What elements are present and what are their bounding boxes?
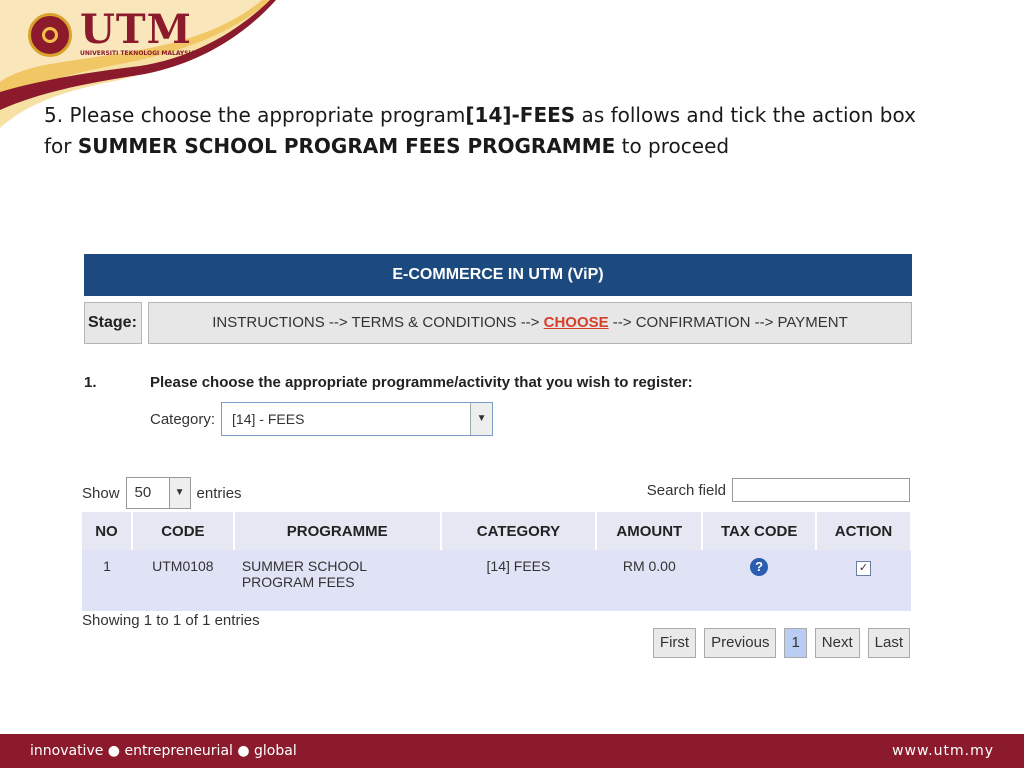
column-header[interactable]: CATEGORY xyxy=(440,512,598,550)
page-banner: E-COMMERCE IN UTM (ViP) xyxy=(84,254,912,296)
help-icon[interactable]: ? xyxy=(750,558,769,576)
page-1-button[interactable]: 1 xyxy=(784,628,807,658)
first-button[interactable]: First xyxy=(652,628,697,658)
next-button[interactable]: Next xyxy=(814,628,860,658)
table-header-row: NO CODE PROGRAMME CATEGORY AMOUNT TAX CO… xyxy=(82,512,912,550)
table-info: Showing 1 to 1 of 1 entries xyxy=(82,612,260,629)
instruction-part-3: to proceed xyxy=(615,134,730,158)
category-row: Category: [14] - FEES ▼ xyxy=(150,402,494,436)
entries-select[interactable]: 50 ▼ xyxy=(125,477,191,509)
chevron-down-icon[interactable]: ▼ xyxy=(168,478,190,508)
length-control: Show 50 ▼ entries xyxy=(82,476,242,510)
category-value: [14] - FEES xyxy=(232,411,305,427)
search-control: Search field xyxy=(647,476,910,504)
instruction-bold-1: [14]-FEES xyxy=(465,103,576,127)
row-category: [14] FEES xyxy=(440,550,597,611)
row-action: ✓ xyxy=(816,550,911,611)
table-controls: Show 50 ▼ entries Search field xyxy=(82,476,912,510)
footer-tagline: innovative ● entrepreneurial ● global xyxy=(30,743,297,759)
programme-table: NO CODE PROGRAMME CATEGORY AMOUNT TAX CO… xyxy=(82,512,912,611)
footer-url: www.utm.my xyxy=(892,743,994,759)
footer-bar: innovative ● entrepreneurial ● global ww… xyxy=(0,734,1024,768)
previous-button[interactable]: Previous xyxy=(704,628,777,658)
show-label: Show xyxy=(82,484,120,502)
instruction-bold-2: SUMMER SCHOOL PROGRAM FEES PROGRAMME xyxy=(77,134,616,158)
stage-bar: Stage: INSTRUCTIONS --> TERMS & CONDITIO… xyxy=(84,302,912,344)
row-tax-code: ? xyxy=(702,550,817,611)
stage-before: INSTRUCTIONS --> TERMS & CONDITIONS --> xyxy=(212,314,544,331)
search-label: Search field xyxy=(646,481,726,499)
stage-steps: INSTRUCTIONS --> TERMS & CONDITIONS --> … xyxy=(148,302,912,344)
entries-value: 50 xyxy=(134,484,152,501)
category-select[interactable]: [14] - FEES ▼ xyxy=(221,402,494,436)
table-row: 1 UTM0108 SUMMER SCHOOL PROGRAM FEES [14… xyxy=(82,550,911,611)
logo-word: UTM xyxy=(80,6,192,53)
row-amount: RM 0.00 xyxy=(596,550,703,611)
column-header[interactable]: ACTION xyxy=(816,512,912,550)
logo-text: UTM UNIVERSITI TEKNOLOGI MALAYSIA xyxy=(80,6,196,58)
row-no: 1 xyxy=(82,550,132,611)
column-header[interactable]: CODE xyxy=(131,512,235,550)
instruction-text: 5. Please choose the appropriate program… xyxy=(44,100,924,162)
column-header[interactable]: PROGRAMME xyxy=(233,512,442,550)
question-text: Please choose the appropriate programme/… xyxy=(150,374,693,391)
instruction-part-1: 5. Please choose the appropriate program xyxy=(44,103,466,127)
pagination: First Previous 1 Next Last xyxy=(645,628,910,658)
search-input[interactable] xyxy=(732,478,910,502)
utm-seal-icon xyxy=(28,12,72,57)
column-header[interactable]: TAX CODE xyxy=(702,512,818,550)
question-number: 1. xyxy=(84,374,97,391)
stage-current: CHOOSE xyxy=(543,314,609,331)
column-header[interactable]: AMOUNT xyxy=(596,512,704,550)
category-label: Category: xyxy=(150,410,216,428)
last-button[interactable]: Last xyxy=(867,628,910,658)
column-header[interactable]: NO xyxy=(82,512,133,550)
stage-label: Stage: xyxy=(84,302,142,344)
entries-label: entries xyxy=(196,484,242,502)
stage-after: --> CONFIRMATION --> PAYMENT xyxy=(608,314,848,331)
row-programme: SUMMER SCHOOL PROGRAM FEES xyxy=(233,550,441,611)
row-code: UTM0108 xyxy=(131,550,234,611)
logo-subtitle: UNIVERSITI TEKNOLOGI MALAYSIA xyxy=(80,50,196,57)
action-checkbox[interactable]: ✓ xyxy=(856,561,872,576)
chevron-down-icon[interactable]: ▼ xyxy=(470,403,493,435)
utm-logo: UTM UNIVERSITI TEKNOLOGI MALAYSIA xyxy=(28,6,196,58)
ecommerce-screenshot: E-COMMERCE IN UTM (ViP) Stage: INSTRUCTI… xyxy=(82,254,912,658)
